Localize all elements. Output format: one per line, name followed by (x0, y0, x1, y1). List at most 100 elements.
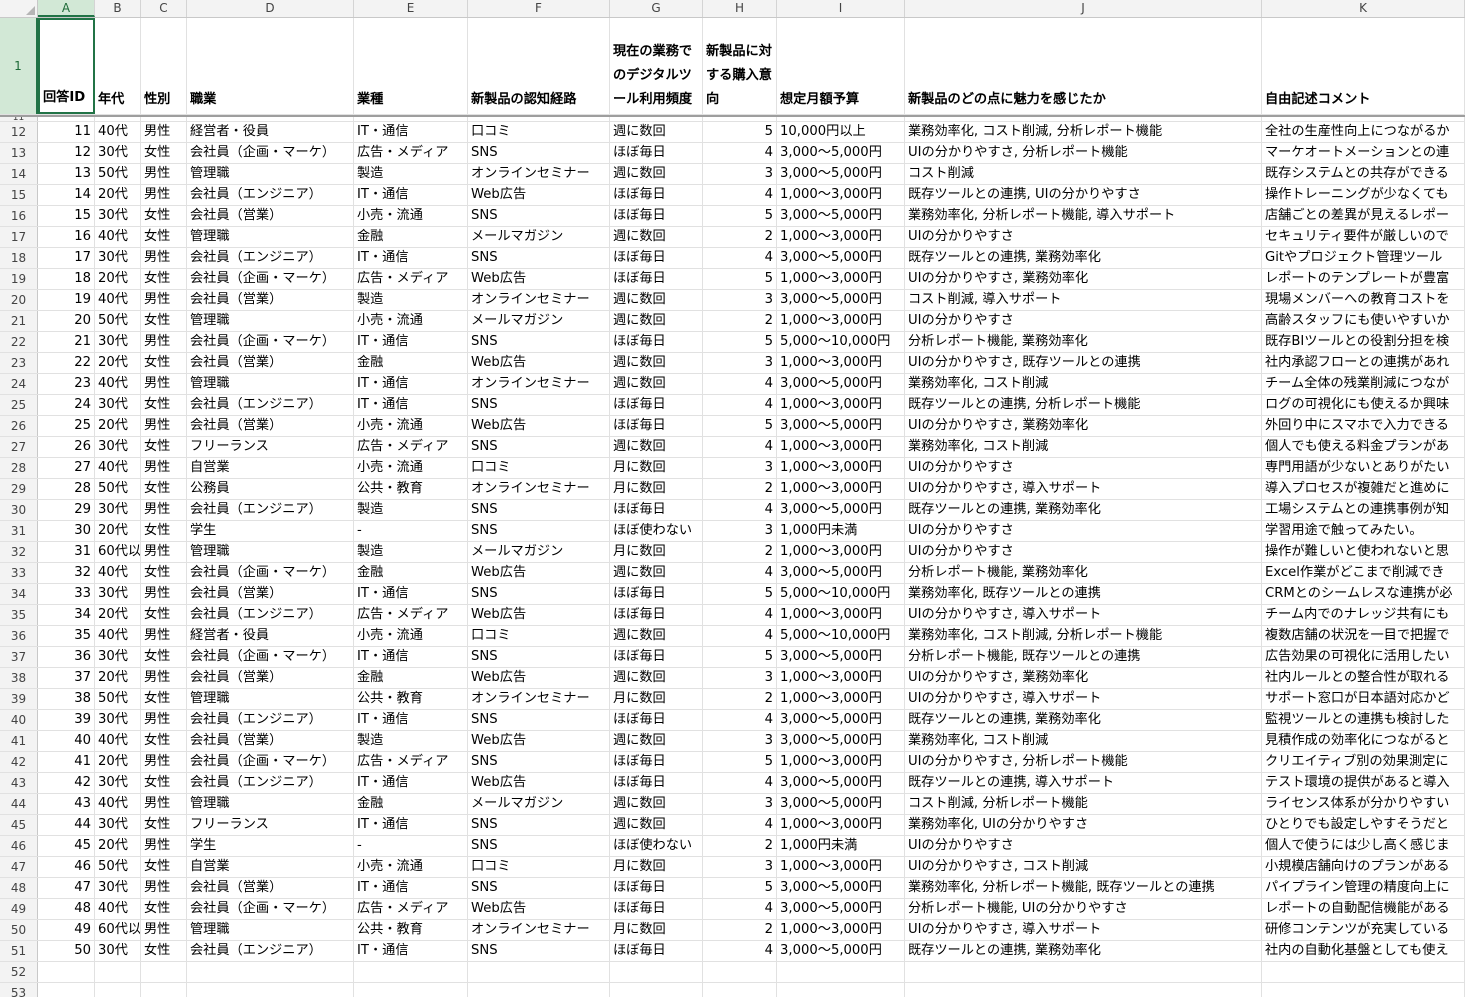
cell[interactable]: 32 (38, 563, 95, 583)
cell[interactable]: 5 (703, 269, 777, 289)
cell[interactable]: 既存ツールとの連携, 導入サポート (905, 773, 1262, 793)
cell[interactable]: 30代 (95, 437, 141, 457)
cell[interactable]: 社内ルールとの整合性が取れる (1262, 668, 1465, 688)
cell[interactable]: 業務効率化, UIの分かりやすさ (905, 815, 1262, 835)
cell[interactable]: 40代 (95, 794, 141, 814)
row-header[interactable]: 35 (0, 605, 38, 625)
row-header[interactable]: 53 (0, 983, 38, 997)
cell[interactable]: 週に数回 (610, 353, 703, 373)
cell[interactable]: 30代 (95, 500, 141, 520)
cell[interactable]: 20代 (95, 185, 141, 205)
cell[interactable]: 女性 (141, 269, 187, 289)
cell[interactable]: SNS (468, 206, 610, 226)
header-cell[interactable]: 想定月額予算 (777, 18, 905, 114)
header-cell[interactable]: 性別 (141, 18, 187, 114)
cell[interactable]: IT・通信 (354, 647, 468, 667)
cell[interactable]: 30代 (95, 710, 141, 730)
cell[interactable]: UIの分かりやすさ (905, 227, 1262, 247)
cell[interactable]: 3 (703, 290, 777, 310)
cell[interactable]: 22 (38, 353, 95, 373)
cell[interactable]: 4 (703, 437, 777, 457)
cell[interactable]: 2 (703, 542, 777, 562)
cell[interactable]: 男性 (141, 500, 187, 520)
cell[interactable]: 会社員（営業） (187, 206, 354, 226)
cell[interactable]: 女性 (141, 353, 187, 373)
row-header[interactable]: 48 (0, 878, 38, 898)
cell[interactable]: メールマガジン (468, 227, 610, 247)
cell[interactable]: IT・通信 (354, 878, 468, 898)
row-header[interactable]: 24 (0, 374, 38, 394)
cell[interactable]: 3 (703, 164, 777, 184)
header-cell[interactable]: 現在の業務でのデジタルツール利用頻度 (610, 18, 703, 114)
cell[interactable]: 女性 (141, 605, 187, 625)
cell[interactable]: 男性 (141, 584, 187, 604)
cell[interactable]: 40代 (95, 227, 141, 247)
cell[interactable]: 3,000〜5,000円 (777, 647, 905, 667)
cell[interactable]: 女性 (141, 479, 187, 499)
cell[interactable]: 1,000〜3,000円 (777, 185, 905, 205)
cell[interactable]: 30代 (95, 143, 141, 163)
cell[interactable]: 広告・メディア (354, 269, 468, 289)
row-header[interactable]: 52 (0, 962, 38, 982)
cell[interactable]: UIの分かりやすさ, 既存ツールとの連携 (905, 353, 1262, 373)
row-header[interactable]: 51 (0, 941, 38, 961)
cell[interactable]: 25 (38, 416, 95, 436)
cell[interactable]: クリエイティブ別の効果測定に (1262, 752, 1465, 772)
cell[interactable]: 分析レポート機能, 既存ツールとの連携 (905, 647, 1262, 667)
cell[interactable]: 女性 (141, 731, 187, 751)
cell[interactable]: メールマガジン (468, 794, 610, 814)
cell[interactable]: 小売・流通 (354, 857, 468, 877)
cell[interactable]: チーム全体の残業削減につなが (1262, 374, 1465, 394)
row-header[interactable]: 37 (0, 647, 38, 667)
cell[interactable]: コスト削減, 分析レポート機能 (905, 794, 1262, 814)
cell[interactable]: 週に数回 (610, 731, 703, 751)
cell[interactable] (610, 983, 703, 997)
row-header[interactable]: 25 (0, 395, 38, 415)
cell[interactable]: 金融 (354, 794, 468, 814)
row-header[interactable]: 18 (0, 248, 38, 268)
cell[interactable]: 金融 (354, 668, 468, 688)
cell[interactable]: 24 (38, 395, 95, 415)
cell[interactable]: 20代 (95, 521, 141, 541)
cell[interactable]: 5,000〜10,000円 (777, 332, 905, 352)
cell[interactable]: SNS (468, 500, 610, 520)
cell[interactable]: 月に数回 (610, 857, 703, 877)
cell[interactable]: 20代 (95, 605, 141, 625)
cell[interactable]: 4 (703, 374, 777, 394)
cell[interactable]: 2 (703, 479, 777, 499)
cell[interactable]: 44 (38, 815, 95, 835)
cell[interactable]: 管理職 (187, 227, 354, 247)
cell[interactable] (777, 983, 905, 997)
cell[interactable]: 3,000〜5,000円 (777, 374, 905, 394)
cell[interactable]: 会社員（営業） (187, 584, 354, 604)
cell[interactable]: ほぼ毎日 (610, 143, 703, 163)
cell[interactable]: 21 (38, 332, 95, 352)
cell[interactable]: 高齢スタッフにも使いやすいか (1262, 311, 1465, 331)
cell[interactable]: 1,000〜3,000円 (777, 542, 905, 562)
cell[interactable]: 女性 (141, 689, 187, 709)
column-header-k[interactable]: K (1262, 0, 1465, 17)
cell[interactable]: パイプライン管理の精度向上に (1262, 878, 1465, 898)
cell[interactable]: 40代 (95, 290, 141, 310)
cell[interactable]: 50代 (95, 689, 141, 709)
cell[interactable]: 小売・流通 (354, 626, 468, 646)
cell[interactable]: ログの可視化にも使えるか興味 (1262, 395, 1465, 415)
cell[interactable]: 男性 (141, 794, 187, 814)
row-header[interactable]: 41 (0, 731, 38, 751)
cell[interactable]: 口コミ (468, 122, 610, 142)
cell[interactable]: 30 (38, 521, 95, 541)
cell[interactable]: 月に数回 (610, 479, 703, 499)
row-header[interactable]: 16 (0, 206, 38, 226)
cell[interactable]: 20代 (95, 269, 141, 289)
cell[interactable]: 40代 (95, 626, 141, 646)
cell[interactable]: 会社員（企画・マーケ） (187, 563, 354, 583)
cell[interactable]: 4 (703, 185, 777, 205)
cell[interactable]: 4 (703, 941, 777, 961)
cell[interactable]: 4 (703, 563, 777, 583)
row-header[interactable]: 21 (0, 311, 38, 331)
cell[interactable]: SNS (468, 647, 610, 667)
cell[interactable]: メールマガジン (468, 542, 610, 562)
cell[interactable]: 学生 (187, 521, 354, 541)
cell[interactable]: 会社員（エンジニア） (187, 185, 354, 205)
cell[interactable]: 会社員（エンジニア） (187, 710, 354, 730)
